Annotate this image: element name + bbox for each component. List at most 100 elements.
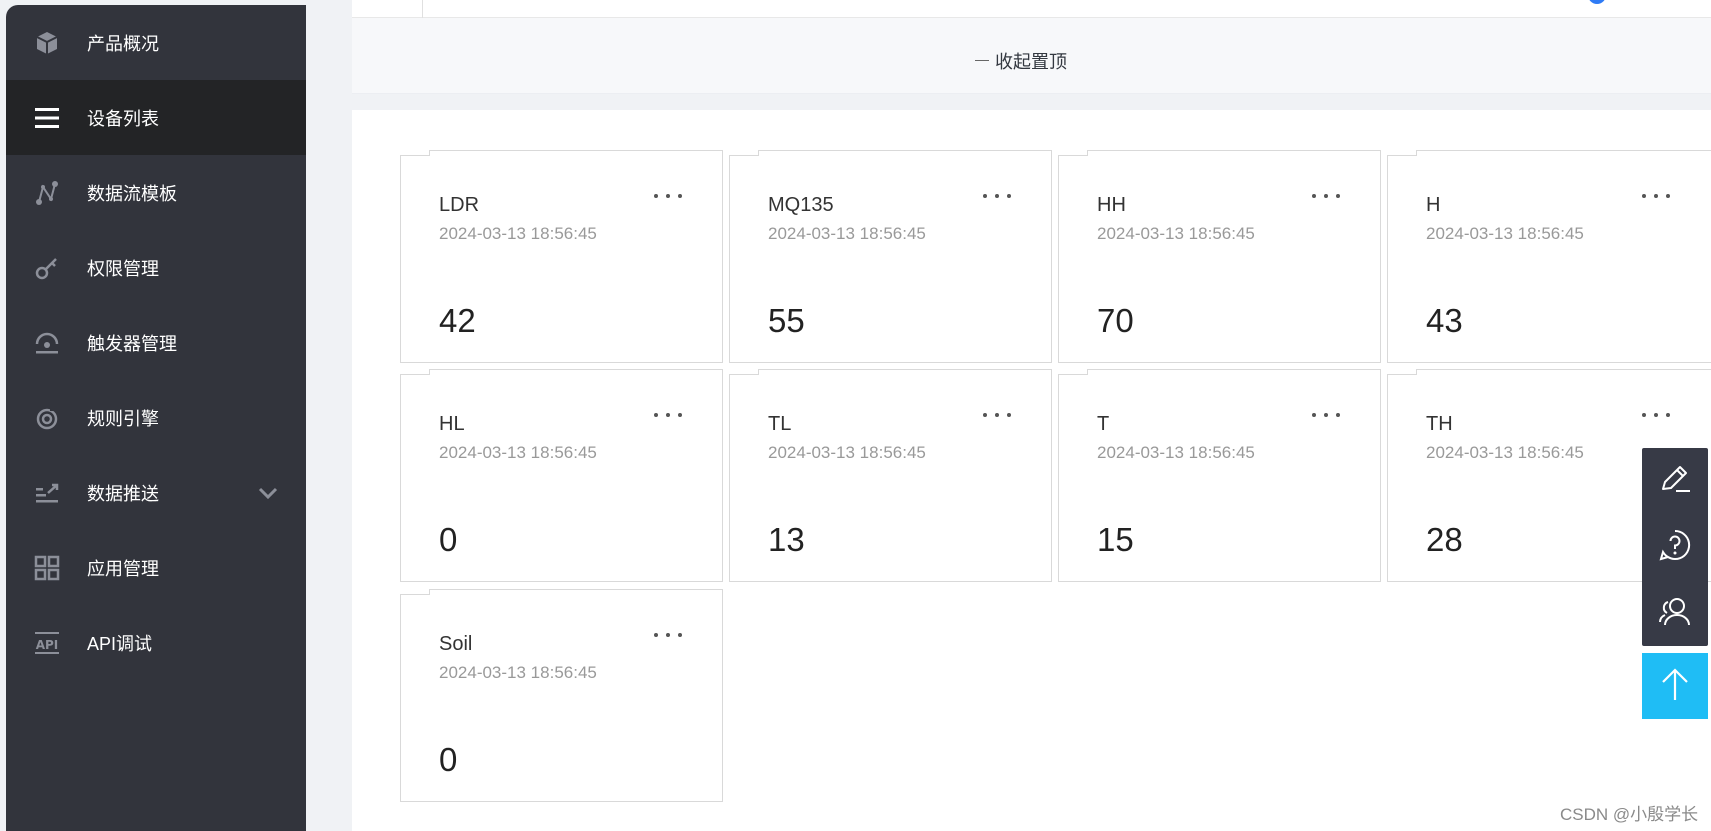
cube-icon — [32, 28, 62, 58]
device-card-tl[interactable]: TL 2024-03-13 18:56:45 13 — [729, 369, 1052, 582]
card-value: 42 — [439, 302, 476, 339]
device-card-mq135[interactable]: MQ135 2024-03-13 18:56:45 55 — [729, 150, 1052, 363]
collapse-label: 收起置顶 — [995, 51, 1067, 72]
top-tab-strip — [352, 0, 1711, 18]
sidebar-item-label: 产品概况 — [87, 33, 159, 54]
device-card-hl[interactable]: HL 2024-03-13 18:56:45 0 — [400, 369, 723, 582]
device-card-grid: LDR 2024-03-13 18:56:45 42 MQ135 2024-03… — [352, 110, 1711, 831]
sidebar-item-label: 规则引擎 — [87, 408, 159, 429]
edit-button[interactable] — [1642, 448, 1708, 514]
card-corner-tab — [1387, 369, 1417, 375]
card-value: 0 — [439, 521, 458, 558]
main-area: 收起置顶 LDR 2024-03-13 18:56:45 42 MQ135 20… — [306, 0, 1711, 831]
card-time: 2024-03-13 18:56:45 — [439, 663, 597, 682]
api-icon: API — [32, 628, 62, 658]
card-name: TH — [1426, 413, 1453, 435]
sidebar-item-permission[interactable]: 权限管理 — [6, 230, 306, 305]
sidebar-item-label: 应用管理 — [87, 558, 159, 579]
card-time: 2024-03-13 18:56:45 — [768, 224, 926, 243]
collapse-top-button[interactable]: 收起置顶 — [975, 48, 1067, 74]
device-card-hh[interactable]: HH 2024-03-13 18:56:45 70 — [1058, 150, 1381, 363]
sidebar-item-api-debug[interactable]: API API调试 — [6, 605, 306, 680]
sidebar-item-label: 数据推送 — [87, 483, 159, 504]
sidebar-item-label: 数据流模板 — [87, 183, 177, 204]
card-time: 2024-03-13 18:56:45 — [768, 443, 926, 462]
card-time: 2024-03-13 18:56:45 — [1426, 443, 1584, 462]
minus-icon — [975, 60, 989, 61]
more-icon[interactable] — [654, 189, 682, 203]
more-icon[interactable] — [983, 408, 1011, 422]
data-push-icon — [32, 478, 62, 508]
card-corner-tab — [729, 150, 759, 156]
card-value: 15 — [1097, 521, 1134, 558]
card-name: Soil — [439, 633, 473, 655]
sidebar-item-device-list[interactable]: 设备列表 — [6, 80, 306, 155]
card-value: 43 — [1426, 302, 1463, 339]
card-corner-tab — [1058, 150, 1088, 156]
card-time: 2024-03-13 18:56:45 — [439, 443, 597, 462]
card-name: MQ135 — [768, 194, 834, 216]
card-value: 55 — [768, 302, 805, 339]
sidebar-item-trigger[interactable]: 触发器管理 — [6, 305, 306, 380]
sidebar-item-rule-engine[interactable]: 规则引擎 — [6, 380, 306, 455]
sidebar-item-data-stream-template[interactable]: 数据流模板 — [6, 155, 306, 230]
svg-text:API: API — [36, 638, 59, 652]
arrow-up-icon — [1658, 666, 1692, 707]
tab-notch — [422, 0, 440, 18]
card-time: 2024-03-13 18:56:45 — [1426, 224, 1584, 243]
card-value: 28 — [1426, 521, 1463, 558]
edit-icon — [1658, 462, 1692, 501]
device-card-ldr[interactable]: LDR 2024-03-13 18:56:45 42 — [400, 150, 723, 363]
sidebar-item-product-overview[interactable]: 产品概况 — [6, 5, 306, 80]
sidebar-item-label: 触发器管理 — [87, 333, 177, 354]
card-corner-tab — [400, 150, 430, 156]
list-icon — [32, 103, 62, 133]
data-flow-icon — [32, 178, 62, 208]
card-name: LDR — [439, 194, 480, 216]
card-name: TL — [768, 413, 792, 435]
help-button[interactable] — [1642, 514, 1708, 580]
card-name: HL — [439, 413, 465, 435]
device-card-h[interactable]: H 2024-03-13 18:56:45 43 — [1387, 150, 1711, 363]
card-corner-tab — [400, 589, 430, 595]
sidebar: 产品概况 设备列表 数据流模板 权限管理 触发器管理 规则引擎 数据推送 应用管… — [6, 5, 306, 831]
collapse-bar: 收起置顶 — [352, 18, 1711, 94]
card-name: T — [1097, 413, 1110, 435]
grid-apps-icon — [32, 553, 62, 583]
card-time: 2024-03-13 18:56:45 — [439, 224, 597, 243]
more-icon[interactable] — [654, 628, 682, 642]
more-icon[interactable] — [983, 189, 1011, 203]
card-time: 2024-03-13 18:56:45 — [1097, 224, 1255, 243]
app-root: 产品概况 设备列表 数据流模板 权限管理 触发器管理 规则引擎 数据推送 应用管… — [0, 0, 1711, 831]
card-name: H — [1426, 194, 1441, 216]
rule-engine-icon — [32, 403, 62, 433]
more-icon[interactable] — [1642, 408, 1670, 422]
help-icon — [1658, 528, 1692, 567]
device-card-t[interactable]: T 2024-03-13 18:56:45 15 — [1058, 369, 1381, 582]
card-time: 2024-03-13 18:56:45 — [1097, 443, 1255, 462]
card-value: 0 — [439, 741, 458, 778]
card-name: HH — [1097, 194, 1126, 216]
content-gap — [352, 94, 1711, 110]
watermark: CSDN @小殷学长 — [1560, 805, 1699, 824]
back-to-top-button[interactable] — [1642, 653, 1708, 719]
card-corner-tab — [1058, 369, 1088, 375]
sidebar-item-app-management[interactable]: 应用管理 — [6, 530, 306, 605]
more-icon[interactable] — [1312, 408, 1340, 422]
sidebar-item-label: 权限管理 — [87, 258, 159, 279]
chevron-down-icon[interactable] — [256, 481, 280, 505]
users-button[interactable] — [1642, 580, 1708, 646]
device-card-soil[interactable]: Soil 2024-03-13 18:56:45 0 — [400, 589, 723, 802]
more-icon[interactable] — [1642, 189, 1670, 203]
key-icon — [32, 253, 62, 283]
users-icon — [1657, 594, 1693, 633]
card-corner-tab — [400, 369, 430, 375]
more-icon[interactable] — [654, 408, 682, 422]
card-corner-tab — [729, 369, 759, 375]
card-value: 13 — [768, 521, 805, 558]
card-corner-tab — [1387, 150, 1417, 156]
more-icon[interactable] — [1312, 189, 1340, 203]
sidebar-item-data-push[interactable]: 数据推送 — [6, 455, 306, 530]
trigger-icon — [32, 328, 62, 358]
sidebar-item-label: API调试 — [87, 633, 153, 654]
